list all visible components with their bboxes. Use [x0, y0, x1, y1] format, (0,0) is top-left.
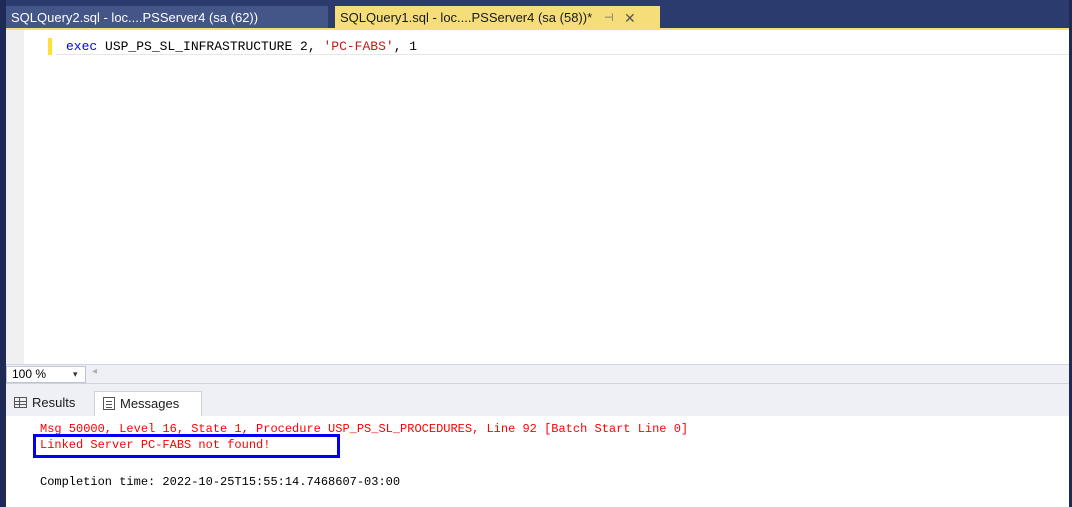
- chevron-down-icon: ▾: [73, 369, 78, 379]
- code-rest: , 1: [393, 39, 418, 54]
- code-keyword: exec: [66, 39, 98, 54]
- results-tab-bar: Results Messages: [6, 384, 1069, 416]
- ssms-window: SQLQuery2.sql - loc....PSServer4 (sa (62…: [0, 0, 1072, 507]
- grid-icon: [14, 397, 27, 408]
- messages-icon: [103, 397, 115, 410]
- tab-label: SQLQuery2.sql - loc....PSServer4 (sa (62…: [11, 10, 259, 25]
- tab-messages-label: Messages: [120, 396, 180, 411]
- document-tab-bar: SQLQuery2.sql - loc....PSServer4 (sa (62…: [6, 0, 1069, 30]
- scroll-left-icon[interactable]: ◂: [92, 366, 97, 377]
- tab-results[interactable]: Results: [10, 391, 94, 416]
- tab-messages[interactable]: Messages: [94, 391, 202, 416]
- pin-icon[interactable]: ⊣: [604, 6, 614, 30]
- change-marker: [48, 38, 52, 55]
- tab-label: SQLQuery1.sql - loc....PSServer4 (sa (58…: [340, 10, 593, 25]
- highlight-box: [33, 434, 340, 458]
- results-pane: Results Messages Msg 50000, Level 16, St…: [6, 384, 1069, 507]
- messages-output[interactable]: Msg 50000, Level 16, State 1, Procedure …: [6, 416, 1069, 507]
- code-line[interactable]: exec USP_PS_SL_INFRASTRUCTURE 2, 'PC-FAB…: [66, 38, 417, 55]
- zoom-bar: 100 % ▾ ◂: [6, 364, 1069, 384]
- tab-results-label: Results: [32, 395, 76, 410]
- close-icon[interactable]: ✕: [624, 6, 636, 30]
- editor-gutter: [6, 30, 24, 364]
- tab-sqlquery2[interactable]: SQLQuery2.sql - loc....PSServer4 (sa (62…: [6, 6, 328, 30]
- query-editor[interactable]: exec USP_PS_SL_INFRASTRUCTURE 2, 'PC-FAB…: [6, 30, 1069, 364]
- zoom-select[interactable]: 100 % ▾: [6, 366, 86, 383]
- code-procedure: USP_PS_SL_INFRASTRUCTURE 2,: [97, 39, 324, 54]
- current-line-indicator: [56, 54, 1069, 55]
- tab-sqlquery1[interactable]: SQLQuery1.sql - loc....PSServer4 (sa (58…: [335, 6, 660, 30]
- code-string: 'PC-FABS': [323, 39, 394, 54]
- zoom-value: 100 %: [12, 367, 47, 381]
- completion-time: Completion time: 2022-10-25T15:55:14.746…: [40, 475, 401, 489]
